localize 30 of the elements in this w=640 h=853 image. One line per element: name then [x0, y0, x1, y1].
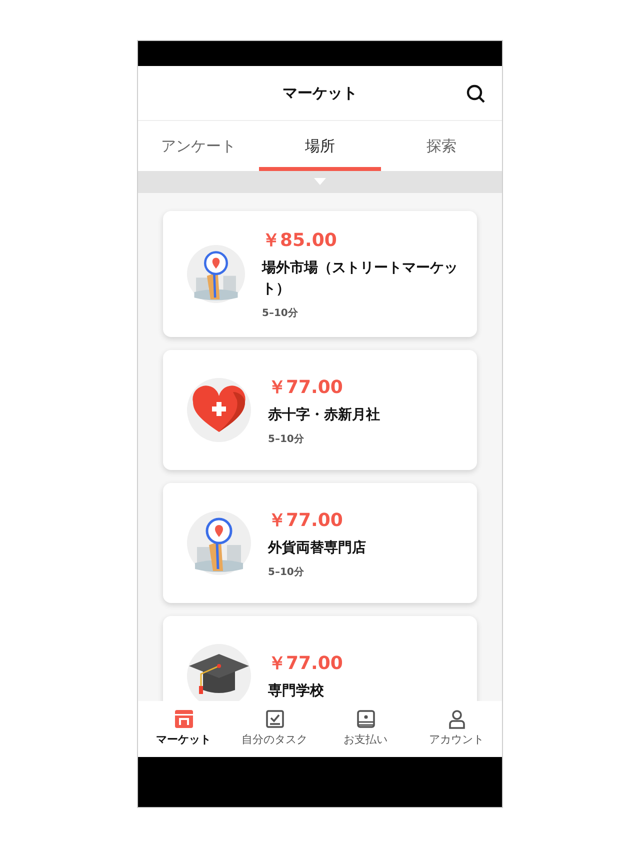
price: ￥77.00	[268, 508, 344, 532]
place-name: 赤十字・赤新月社	[268, 406, 380, 424]
nav-item[interactable]: お支払い	[320, 701, 411, 757]
heart-cross-icon	[187, 378, 251, 442]
wallet-icon	[356, 709, 376, 730]
shop-icon	[174, 709, 194, 730]
magnifier-pin-icon	[187, 242, 245, 306]
price: ￥77.00	[268, 376, 344, 400]
page-title: マーケット	[282, 82, 358, 104]
duration: 5–10分	[268, 432, 305, 446]
search-icon[interactable]	[466, 84, 486, 104]
duration: 5–10分	[262, 306, 299, 321]
nav-item[interactable]: 自分のタスク	[229, 701, 320, 757]
place-card[interactable]: ￥85.00 場外市場（ストリートマーケット） 5–10分	[163, 211, 477, 337]
duration: 5–10分	[268, 566, 305, 580]
place-name: 外貨両替専門店	[268, 538, 366, 558]
tab[interactable]: アンケート	[138, 121, 260, 171]
person-icon	[446, 709, 466, 730]
price: ￥77.00	[268, 652, 343, 676]
magnifier-pin-icon	[187, 511, 251, 575]
tab[interactable]: 探索	[380, 121, 502, 171]
nav-item[interactable]: アカウント	[411, 701, 502, 757]
place-card[interactable]: ￥77.00 専門学校	[163, 616, 477, 701]
place-card[interactable]: ￥77.00 赤十字・赤新月社 5–10分	[163, 350, 477, 470]
checklist-icon	[264, 709, 284, 730]
nav-item[interactable]: マーケット	[138, 701, 229, 757]
place-name: 専門学校	[268, 682, 325, 701]
price: ￥85.00	[262, 229, 338, 253]
place-name: 場外市場（ストリートマーケット）	[262, 258, 459, 299]
place-card[interactable]: ￥77.00 外貨両替専門店 5–10分	[163, 483, 477, 603]
